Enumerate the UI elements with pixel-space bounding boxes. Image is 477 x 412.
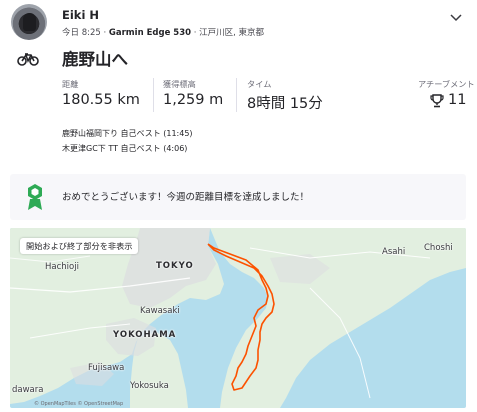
segment-result: 自己ベスト (11:45) bbox=[120, 129, 193, 138]
stat-divider bbox=[153, 78, 154, 112]
map-label: Kawasaki bbox=[140, 306, 180, 316]
map-label: Yokosuka bbox=[130, 381, 169, 391]
hide-start-end-toggle[interactable]: 開始および終了部分を非表示 bbox=[20, 238, 139, 254]
elevation-label: 獲得標高 bbox=[163, 79, 196, 89]
achievements-label: アチーブメント bbox=[418, 79, 475, 89]
athlete-name[interactable]: Eiki H bbox=[62, 8, 99, 22]
map-label: Fujisawa bbox=[88, 363, 125, 373]
map-label: Hachioji bbox=[45, 262, 79, 272]
bike-icon bbox=[17, 53, 39, 66]
segment-result: TT 自己ベスト (4:06) bbox=[108, 144, 188, 153]
map-label: YOKOHAMA bbox=[113, 330, 177, 340]
map-label: Choshi bbox=[424, 243, 453, 253]
goal-medal-icon bbox=[28, 184, 42, 210]
chevron-down-icon[interactable] bbox=[450, 14, 462, 22]
elevation-value: 1,259 m bbox=[163, 92, 224, 108]
time-label: タイム bbox=[247, 79, 272, 89]
map-attribution[interactable]: © OpenMapTiles © OpenStreetMap bbox=[34, 401, 123, 407]
achievements-count: 11 bbox=[448, 92, 467, 108]
segment-name[interactable]: 木更津GC下 bbox=[62, 144, 106, 153]
stat-divider bbox=[236, 78, 237, 112]
distance-label: 距離 bbox=[62, 79, 79, 89]
activity-meta: 今日 8:25 · Garmin Edge 530 · 江戸川区, 東京都 bbox=[62, 28, 265, 38]
segment-row[interactable]: 鹿野山福岡下り 自己ベスト (11:45) bbox=[62, 128, 193, 139]
map-label: Asahi bbox=[382, 247, 406, 257]
activity-title[interactable]: 鹿野山へ bbox=[62, 46, 128, 70]
segment-name[interactable]: 鹿野山福岡下り bbox=[62, 129, 118, 138]
activity-time: 今日 8:25 bbox=[62, 28, 101, 38]
goal-banner-text: おめでとうございます！今週の距離目標を達成しました！ bbox=[62, 192, 310, 203]
map-label: dawara bbox=[12, 385, 44, 395]
map-label: TOKYO bbox=[156, 261, 194, 271]
trophy-icon bbox=[430, 94, 444, 108]
distance-value: 180.55 km bbox=[62, 92, 140, 108]
segment-row[interactable]: 木更津GC下 TT 自己ベスト (4:06) bbox=[62, 143, 187, 154]
activity-location: 江戸川区, 東京都 bbox=[199, 28, 265, 38]
device-name: Garmin Edge 530 bbox=[108, 28, 192, 38]
time-value: 8時間 15分 bbox=[247, 96, 323, 112]
athlete-avatar[interactable] bbox=[11, 4, 47, 40]
